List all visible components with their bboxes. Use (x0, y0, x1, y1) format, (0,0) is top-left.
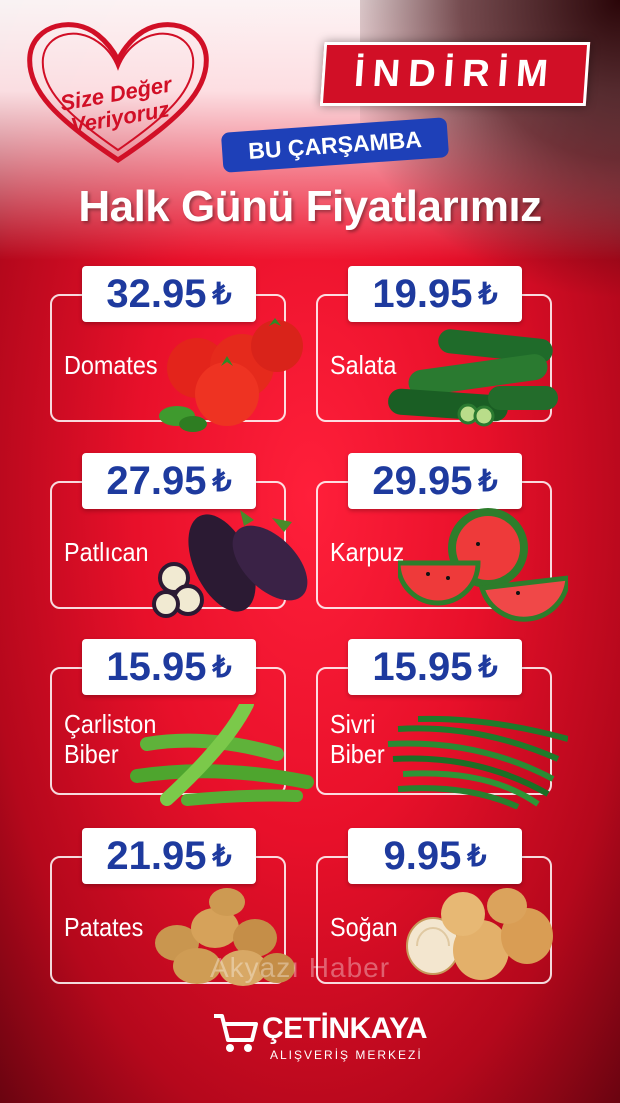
pepper-icon (130, 704, 314, 806)
currency-symbol: ₺ (478, 464, 498, 498)
currency-symbol: ₺ (212, 650, 232, 684)
promo-poster: Size Değer Veriyoruz İNDİRİM BU ÇARŞAMBA… (0, 0, 620, 1103)
price-value: 15.95 (106, 644, 207, 689)
price-tag: 29.95 ₺ (348, 453, 522, 509)
price-value: 9.95 (383, 833, 462, 878)
eggplant-icon (152, 510, 308, 618)
cucumber-icon (388, 329, 558, 427)
brand-logo-text: ÇETİNKAYA (262, 1012, 428, 1045)
currency-symbol: ₺ (478, 650, 498, 684)
discount-badge: İNDİRİM (319, 42, 591, 106)
shopping-cart-icon (214, 1014, 258, 1052)
product-card-carliston-biber: 15.95 ₺ Çarliston Biber (50, 639, 314, 806)
product-card-domates: 32.95 ₺ Domates (50, 266, 303, 432)
product-card-sivri-biber: 15.95 ₺ Sivri Biber (316, 639, 568, 809)
product-name: Karpuz (330, 537, 405, 567)
page-title: Halk Günü Fiyatlarımız (78, 182, 542, 231)
price-tag: 15.95 ₺ (82, 639, 256, 695)
product-name: Patlıcan (64, 537, 149, 567)
product-name: Soğan (330, 912, 398, 942)
price-tag: 21.95 ₺ (82, 828, 256, 884)
watermelon-icon (398, 508, 568, 622)
onion-icon (406, 888, 553, 980)
price-value: 27.95 (106, 458, 207, 503)
price-value: 29.95 (372, 458, 473, 503)
product-name: Patates (64, 912, 144, 942)
product-card-salata: 19.95 ₺ Salata (316, 266, 558, 427)
brand-subtitle: ALIŞVERİŞ MERKEZİ (270, 1048, 423, 1062)
price-tag: 27.95 ₺ (82, 453, 256, 509)
price-tag: 15.95 ₺ (348, 639, 522, 695)
currency-symbol: ₺ (212, 839, 232, 873)
tomato-icon (159, 318, 303, 432)
price-tag: 19.95 ₺ (348, 266, 522, 322)
currency-symbol: ₺ (467, 839, 487, 873)
currency-symbol: ₺ (212, 464, 232, 498)
currency-symbol: ₺ (478, 277, 498, 311)
price-value: 19.95 (372, 271, 473, 316)
product-name: Domates (64, 350, 158, 380)
watermark: Akyazı Haber (210, 952, 391, 983)
price-tag: 9.95 ₺ (348, 828, 522, 884)
product-card-karpuz: 29.95 ₺ Karpuz (316, 453, 568, 622)
price-value: 21.95 (106, 833, 207, 878)
product-card-patlican: 27.95 ₺ Patlıcan (50, 453, 308, 618)
price-value: 15.95 (372, 644, 473, 689)
chili-pepper-icon (387, 715, 568, 809)
